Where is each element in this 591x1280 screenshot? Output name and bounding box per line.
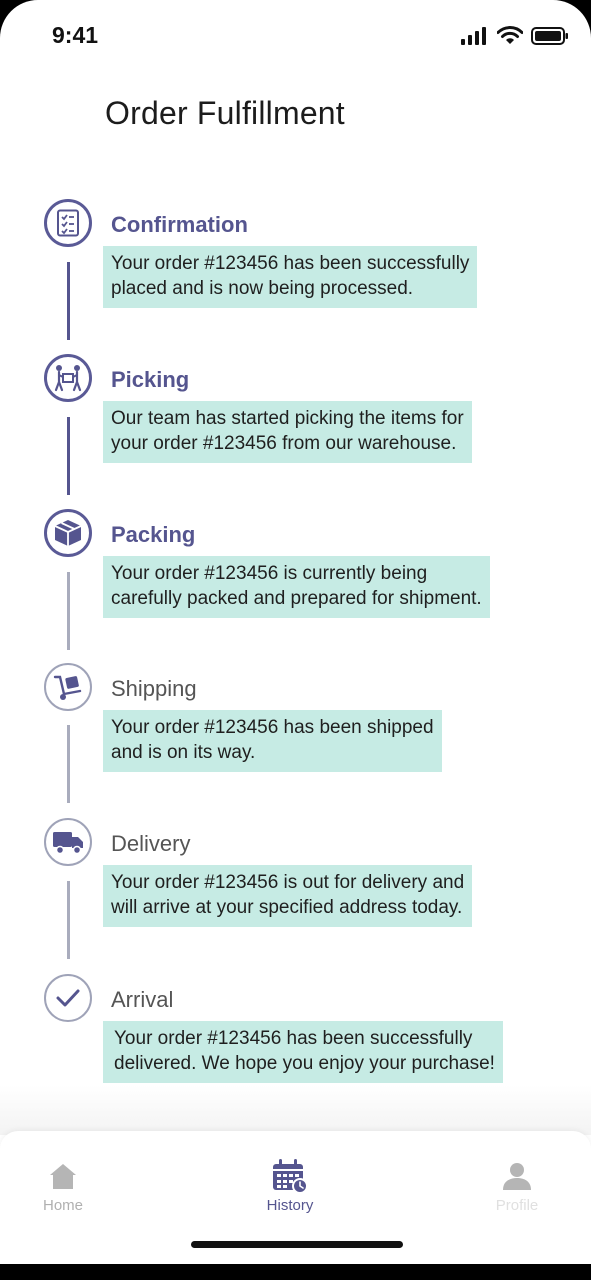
nav-profile-label: Profile xyxy=(495,1197,539,1214)
step-title: Picking xyxy=(111,367,190,392)
box-icon xyxy=(44,509,92,557)
status-time: 9:41 xyxy=(52,22,99,48)
device-bezel xyxy=(0,1264,591,1280)
home-indicator xyxy=(191,1241,403,1248)
wifi-icon xyxy=(497,26,523,44)
timeline-connector xyxy=(67,572,70,650)
nav-profile[interactable]: Profile xyxy=(462,1159,572,1214)
home-icon xyxy=(50,1164,76,1189)
step-description: Your order #123456 has been successfully… xyxy=(103,1021,503,1083)
step-title: Packing xyxy=(111,522,196,547)
calendar-clock-icon xyxy=(273,1159,308,1194)
step-description: Our team has started picking the items f… xyxy=(103,401,472,463)
step-description: Your order #123456 is currently being ca… xyxy=(103,556,490,618)
signal-icon xyxy=(461,26,486,45)
people-carry-icon xyxy=(44,354,92,402)
timeline-connector xyxy=(67,881,70,959)
timeline-connector xyxy=(67,262,70,340)
nav-home[interactable]: Home xyxy=(8,1159,118,1214)
step-title: Arrival xyxy=(111,987,174,1012)
step-title: Delivery xyxy=(111,831,191,856)
timeline-connector xyxy=(67,725,70,803)
step-title: Shipping xyxy=(111,676,197,701)
page-title: Order Fulfillment xyxy=(105,95,345,131)
step-description: Your order #123456 has been shipped and … xyxy=(103,710,442,772)
step-title: Confirmation xyxy=(111,212,248,237)
timeline-connector xyxy=(67,417,70,495)
checklist-icon xyxy=(44,199,92,247)
user-icon xyxy=(503,1163,531,1190)
bottom-fade xyxy=(0,1085,591,1135)
battery-icon xyxy=(531,26,568,45)
nav-home-label: Home xyxy=(42,1197,83,1214)
truck-icon xyxy=(44,818,92,866)
nav-history[interactable]: History xyxy=(235,1159,345,1214)
dolly-icon xyxy=(44,663,92,711)
step-description: Your order #123456 is out for delivery a… xyxy=(103,865,473,927)
app-screen: 9:41 Order Fulfillment Confirmation Your… xyxy=(0,0,591,1264)
step-description: Your order #123456 has been successfully… xyxy=(103,246,478,308)
checkmark-icon xyxy=(44,974,92,1022)
status-icons xyxy=(461,26,569,45)
nav-history-label: History xyxy=(266,1197,314,1214)
